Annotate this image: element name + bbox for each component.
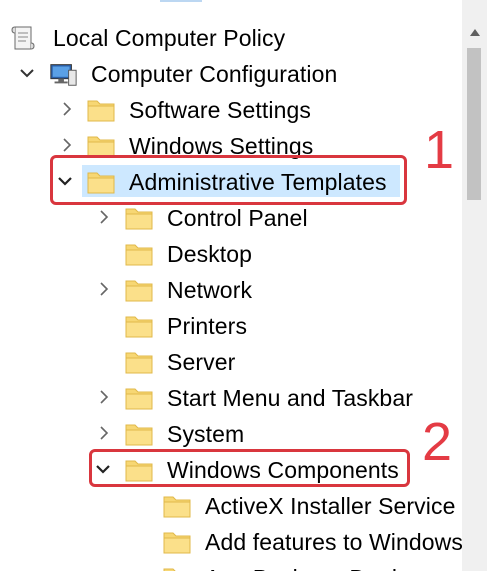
tree-item-label: Add features to Windows <box>205 529 462 555</box>
tree-item-label: ActiveX Installer Service <box>205 493 456 519</box>
tree-item-label: Desktop <box>167 241 253 267</box>
folder-icon <box>125 208 153 230</box>
folder-icon <box>125 244 153 266</box>
folder-icon <box>163 568 176 571</box>
tree-item-label: Local Computer Policy <box>53 25 286 51</box>
computer-icon <box>50 64 77 86</box>
tree-item-app-package-deployment[interactable]: App Package Deployment <box>0 560 462 571</box>
scroll-up-arrow-icon[interactable] <box>468 26 482 40</box>
annotation-box-2 <box>89 449 410 487</box>
annotation-number-1: 1 <box>424 120 455 180</box>
tree-item-label: Printers <box>167 313 248 339</box>
chevron-right-icon[interactable] <box>95 424 113 442</box>
chevron-right-icon[interactable] <box>95 208 113 226</box>
tree-item-label: System <box>167 421 245 447</box>
tree-item-activex-installer-service[interactable]: ActiveX Installer Service <box>0 488 462 524</box>
folder-icon <box>87 100 115 122</box>
tree-item-label: Network <box>167 277 253 303</box>
tree-item-label: App Package Deployment <box>205 563 462 571</box>
chevron-right-icon[interactable] <box>58 136 76 154</box>
annotation-number-2: 2 <box>422 412 453 472</box>
folder-icon <box>125 424 153 446</box>
folder-icon <box>163 496 191 518</box>
tree-item-label: Software Settings <box>129 97 311 123</box>
folder-icon <box>125 280 153 302</box>
tree-item-label: Computer Configuration <box>91 61 338 87</box>
chevron-right-icon[interactable] <box>95 280 113 298</box>
tree-item-control-panel[interactable]: Control Panel <box>0 200 462 236</box>
tree-item-server[interactable]: Server <box>0 344 462 380</box>
vertical-scrollbar[interactable] <box>462 0 487 571</box>
tree-item-computer-configuration[interactable]: Computer Configuration <box>0 56 462 92</box>
scrollbar-thumb[interactable] <box>467 48 481 200</box>
tree-item-printers[interactable]: Printers <box>0 308 462 344</box>
folder-icon <box>125 316 153 338</box>
tree-item-system[interactable]: System <box>0 416 462 452</box>
folder-icon <box>163 532 191 554</box>
annotation-box-1 <box>50 155 407 205</box>
folder-icon <box>125 388 153 410</box>
tree-item-software-settings[interactable]: Software Settings <box>0 92 462 128</box>
folder-icon <box>125 352 153 374</box>
tree-item-local-computer-policy[interactable]: Local Computer Policy <box>0 20 462 56</box>
chevron-right-icon[interactable] <box>95 388 113 406</box>
tree-item-start-menu-and-taskbar[interactable]: Start Menu and Taskbar <box>0 380 462 416</box>
tree-item-network[interactable]: Network <box>0 272 462 308</box>
policy-scroll-icon <box>11 26 35 50</box>
tree-item-label: Start Menu and Taskbar <box>167 385 413 411</box>
chevron-down-icon[interactable] <box>18 64 36 82</box>
tree-item-label: Control Panel <box>167 205 308 231</box>
chevron-right-icon[interactable] <box>58 100 76 118</box>
tree-item-add-features-to-windows[interactable]: Add features to Windows <box>0 524 462 560</box>
tree-item-label: Server <box>167 349 236 375</box>
tree-item-desktop[interactable]: Desktop <box>0 236 462 272</box>
